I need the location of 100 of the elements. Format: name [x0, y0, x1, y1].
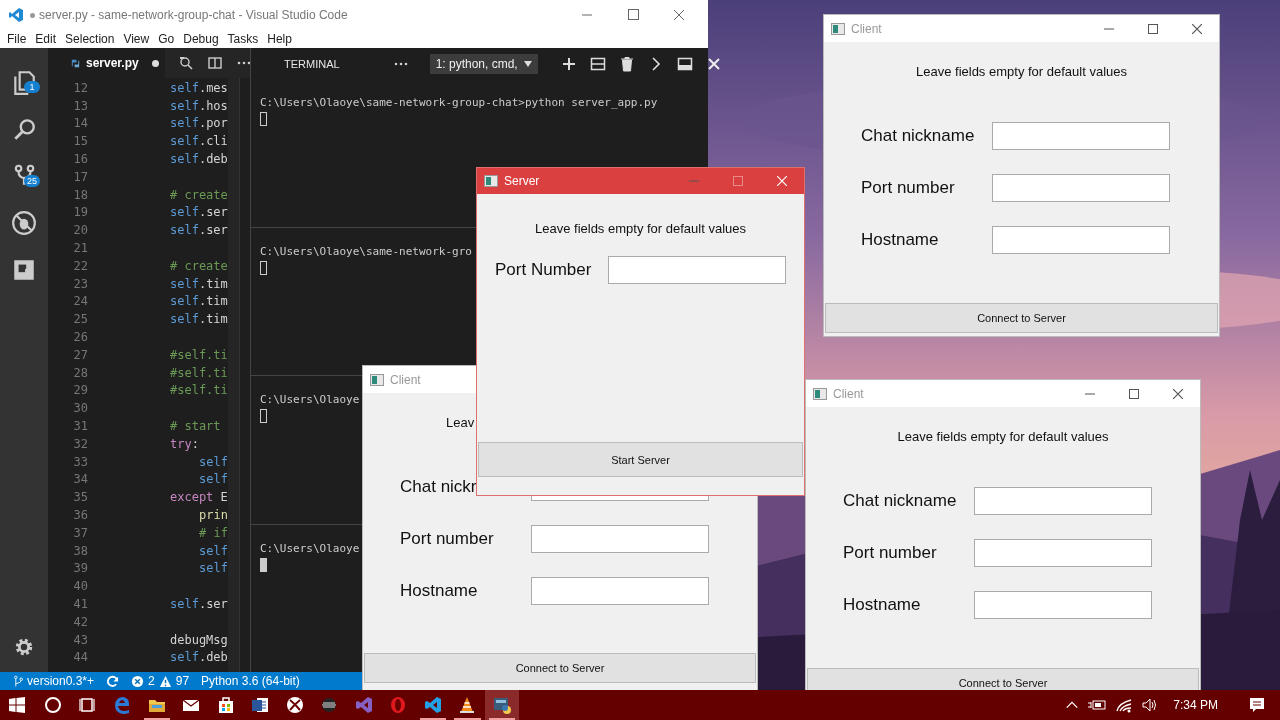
line-number: 24 [72, 294, 88, 309]
code-line: self [199, 543, 228, 558]
menu-item[interactable]: Tasks [222, 32, 263, 46]
line-number: 40 [72, 579, 88, 594]
code-line: self.deb [170, 650, 228, 665]
close-icon[interactable] [1192, 23, 1202, 34]
menu-item[interactable]: Edit [30, 32, 61, 46]
notification-icon[interactable] [1248, 696, 1266, 714]
line-number: 25 [72, 312, 88, 327]
code-line: self.tim [170, 276, 228, 291]
line-number: 22 [72, 258, 88, 273]
line-number: 43 [72, 632, 88, 647]
menu-item[interactable]: Selection [60, 32, 119, 46]
line-number: 31 [72, 419, 88, 434]
input-field[interactable] [992, 122, 1170, 150]
error-icon [131, 674, 145, 688]
line-number: 27 [72, 347, 88, 362]
battery-icon[interactable] [1087, 698, 1108, 712]
input-field[interactable] [531, 577, 709, 605]
terminal-dropdown[interactable]: 1: python, cmd, [429, 54, 538, 74]
menu-item[interactable]: Help [262, 32, 296, 46]
warning-icon [158, 674, 172, 688]
input-field[interactable] [992, 174, 1170, 202]
code-line: self [199, 561, 228, 576]
window-title: Client [390, 372, 421, 387]
clock[interactable]: 7:34 PM [1173, 698, 1218, 712]
maximize-icon[interactable] [1129, 388, 1139, 399]
menu-item[interactable]: View [118, 32, 154, 46]
round-logo-icon [284, 695, 305, 715]
menu-item[interactable]: Debug [178, 32, 223, 46]
line-number: 33 [72, 454, 88, 469]
line-number: 12 [72, 80, 88, 95]
infinity-logo-icon [353, 695, 374, 715]
code-logo-icon [422, 695, 443, 715]
code-line: self.tim [170, 312, 228, 327]
field-label: Hostname [843, 595, 922, 615]
input-field[interactable] [974, 591, 1152, 619]
code-line: self.por [170, 116, 228, 131]
menu-item[interactable]: File [2, 32, 31, 46]
line-number: 42 [72, 614, 88, 629]
input-field[interactable] [992, 226, 1170, 254]
close-icon[interactable] [1173, 388, 1183, 399]
field-label: Hostname [861, 230, 940, 250]
close-icon[interactable] [705, 56, 722, 72]
line-number: 19 [72, 205, 88, 220]
files-icon[interactable] [11, 68, 37, 95]
window-icon [831, 22, 845, 35]
field-label: Chat nickname [843, 491, 958, 511]
open-changes-icon[interactable] [177, 55, 194, 71]
interpreter-item[interactable]: Python 3.6 (64-bit) [201, 674, 300, 688]
input-field[interactable] [974, 487, 1152, 515]
code-line: self.ser [170, 223, 228, 238]
circle-icon [43, 695, 64, 715]
line-number: 28 [72, 365, 88, 380]
problems-item[interactable]: 2 97 [131, 674, 190, 688]
code-line: # start [170, 419, 221, 434]
trash-icon[interactable] [618, 56, 635, 72]
file-tab[interactable]: server.py [48, 48, 165, 78]
field-label: Chat nickname [861, 126, 976, 146]
hint-text: Leav [445, 415, 476, 430]
input-field[interactable] [974, 539, 1152, 567]
input-field[interactable] [608, 256, 786, 284]
plus-icon[interactable] [560, 56, 577, 72]
line-number: 26 [72, 330, 88, 345]
app-logo-icon [8, 7, 24, 23]
connect-button[interactable]: Connect to Server [364, 653, 756, 683]
maximize-panel-icon[interactable] [676, 56, 693, 72]
code-line: self.ser [170, 597, 228, 611]
wifi-icon[interactable] [1115, 697, 1134, 713]
windows-logo-icon[interactable] [9, 697, 25, 713]
start-server-button[interactable]: Start Server [478, 442, 803, 477]
code-line: try: [170, 436, 199, 451]
terminal-text: C:\Users\Olaoye\same-network-group-chat>python server_app.py [260, 96, 658, 109]
maximize-icon[interactable] [1148, 23, 1158, 34]
panel-tab[interactable]: TERMINAL [284, 58, 340, 70]
taskbar-button[interactable] [484, 690, 519, 720]
field-label: Port number [400, 529, 495, 549]
window-title: Client [833, 386, 864, 401]
tab-label: server.py [86, 56, 139, 70]
split-editor-icon[interactable] [206, 55, 223, 71]
branch-item[interactable]: version0.3*+ [14, 674, 95, 688]
input-field[interactable] [531, 525, 709, 553]
window-title: Server [504, 174, 540, 188]
connect-button[interactable]: Connect to Server [825, 303, 1218, 333]
window-title: Client [851, 21, 882, 36]
connect-button[interactable]: Connect to Server [807, 668, 1199, 690]
no-bug-icon[interactable] [11, 209, 37, 236]
line-number: 38 [72, 543, 88, 558]
code-line: self [199, 454, 228, 469]
window-title: server.py - same-network-group-chat - Visual Studio Code [39, 8, 348, 22]
code-line: self.ser [170, 205, 228, 220]
menu-item[interactable]: Go [153, 32, 179, 46]
line-number: 41 [72, 597, 88, 611]
sync-icon[interactable] [106, 674, 120, 688]
line-number: 44 [72, 650, 88, 665]
code-line: #self.ti [170, 347, 228, 362]
python-file-icon [70, 57, 81, 69]
split-terminal-icon[interactable] [589, 56, 606, 72]
settings-icon[interactable] [13, 636, 35, 658]
line-number: 39 [72, 561, 88, 576]
